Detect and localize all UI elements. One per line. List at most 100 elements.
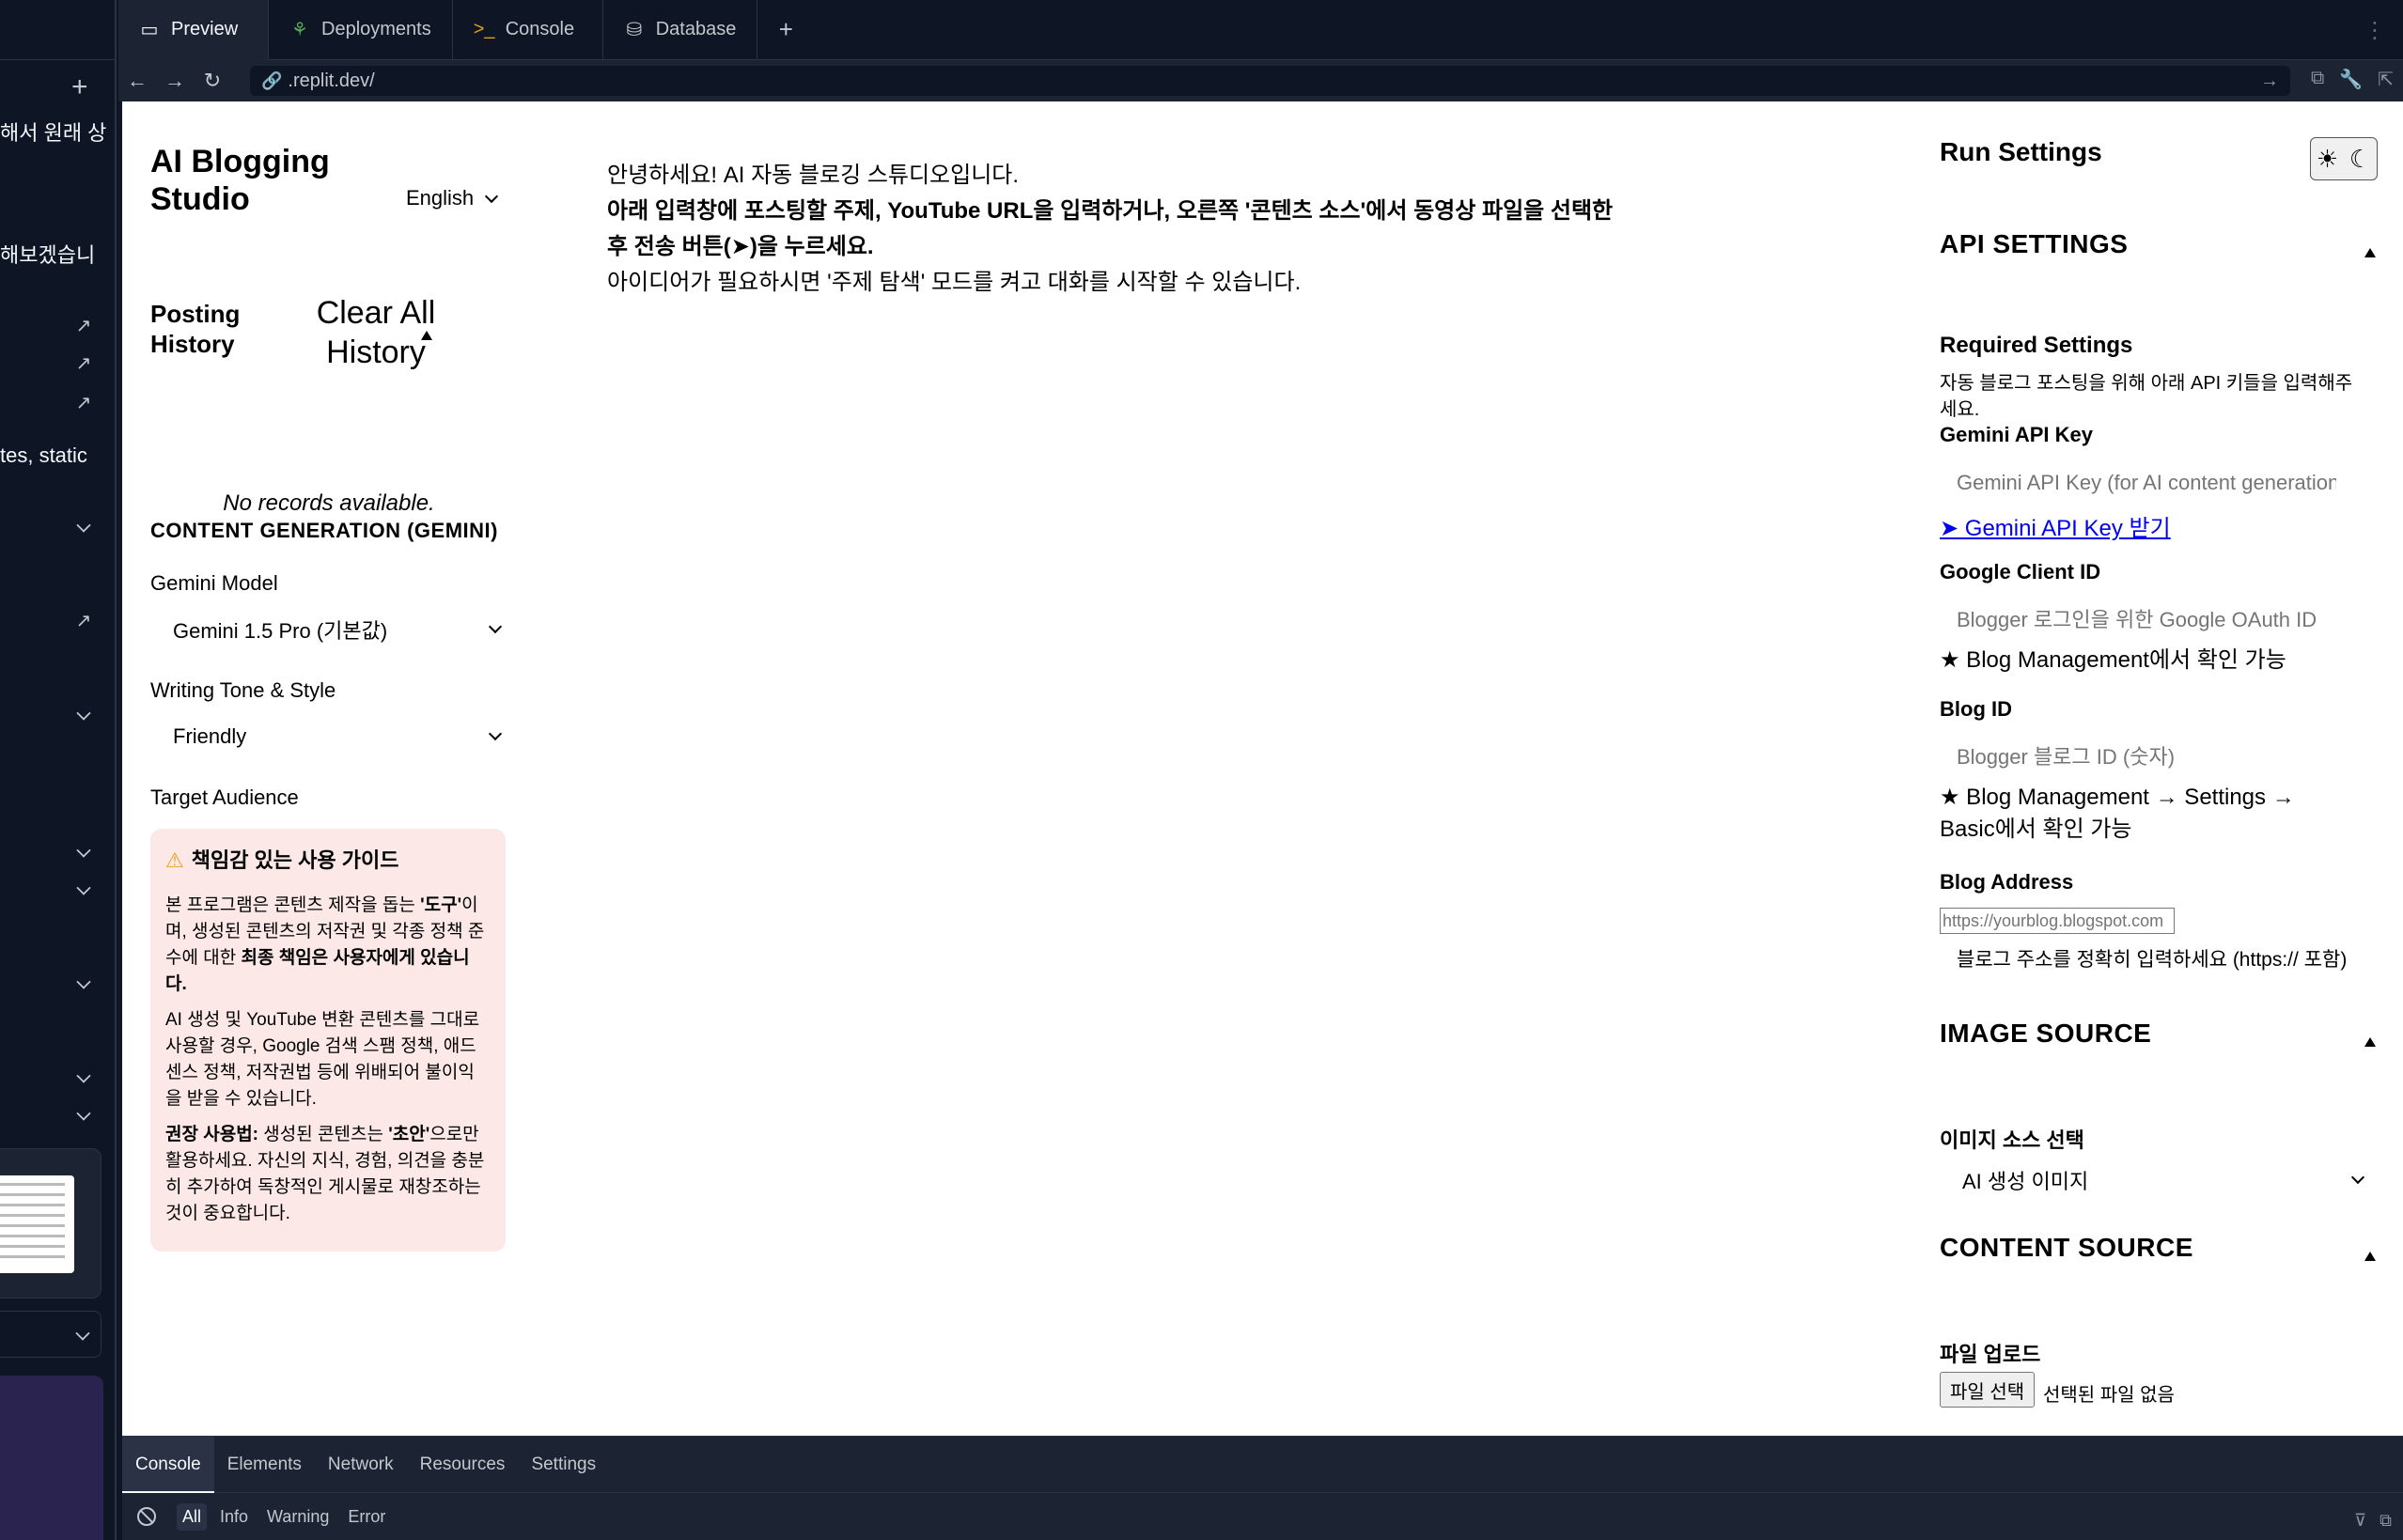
required-settings-desc: 자동 블로그 포스팅을 위해 아래 API 키들을 입력해주세요.: [1940, 373, 2353, 420]
file-upload-label: 파일 업로드: [1940, 1343, 2041, 1366]
devtools-tab-resources[interactable]: Resources: [407, 1437, 519, 1493]
gemini-model-value: Gemini 1.5 Pro (기본값): [173, 619, 388, 643]
database-icon: ⛁: [626, 20, 643, 40]
chevron-down-icon[interactable]: [76, 1106, 91, 1121]
audience-label: Target Audience: [150, 786, 299, 809]
filter-icon[interactable]: ⊽: [2354, 1511, 2366, 1531]
client-id-label: Google Client ID: [1940, 560, 2101, 583]
tab-database[interactable]: ⛁ Database: [603, 0, 758, 60]
sidebar-topbar: [0, 0, 115, 60]
devices-icon[interactable]: ⧉: [2311, 68, 2324, 91]
theme-toggle[interactable]: ☀ ☾: [2310, 137, 2378, 180]
image-source-label: 이미지 소스 선택: [1940, 1128, 2084, 1152]
gemini-model-label: Gemini Model: [150, 571, 278, 595]
devtools-tab-network[interactable]: Network: [315, 1437, 407, 1493]
chat-message-line: 아래 입력창에 포스팅할 주제, YouTube URL을 입력하거나, 오른쪽…: [607, 198, 1614, 259]
devtools-icon[interactable]: 🔧: [2339, 68, 2363, 91]
new-chat-icon[interactable]: +: [71, 71, 88, 103]
no-records-text: No records available.: [223, 490, 435, 516]
image-source-value: AI 생성 이미지: [1962, 1170, 2089, 1193]
url-input[interactable]: 🔗 .replit.dev/ →: [250, 66, 2290, 96]
required-settings-heading: Required Settings: [1940, 333, 2133, 358]
blog-id-note: ★ Blog Management → Settings → Basic에서 확…: [1940, 785, 2295, 842]
image-source-select[interactable]: AI 생성 이미지: [1940, 1159, 2376, 1201]
tone-value: Friendly: [173, 724, 247, 748]
open-file-icon[interactable]: ↗: [73, 611, 94, 631]
chevron-down-icon[interactable]: [76, 1068, 91, 1083]
blog-id-input[interactable]: [1940, 737, 2353, 778]
gemini-key-input[interactable]: [1940, 462, 2353, 504]
language-select[interactable]: English: [406, 186, 499, 210]
collapsed-section[interactable]: [0, 1311, 101, 1358]
tone-label: Writing Tone & Style: [150, 678, 336, 702]
collapse-icon[interactable]: [2364, 1037, 2376, 1047]
agent-sidebar: + 해서 원래 상 해보겠습니 ↗ ↗ ↗ tes, static ↗: [0, 0, 117, 1540]
devtools-tab-settings[interactable]: Settings: [518, 1437, 609, 1493]
chevron-down-icon[interactable]: [76, 706, 91, 721]
moon-icon[interactable]: ☾: [2349, 145, 2371, 174]
gemini-key-label: Gemini API Key: [1940, 423, 2094, 446]
open-file-icon[interactable]: ↗: [73, 353, 94, 374]
chevron-down-icon: [488, 619, 503, 634]
forward-icon[interactable]: →: [156, 69, 194, 93]
collapse-icon[interactable]: [2364, 1252, 2376, 1261]
chevron-down-icon[interactable]: [76, 843, 91, 858]
copy-icon[interactable]: ⧉: [2380, 1511, 2392, 1531]
content-generation-heading: CONTENT GENERATION (GEMINI): [150, 519, 498, 542]
terminal-icon: >_: [473, 19, 495, 39]
chevron-down-icon[interactable]: [75, 1326, 90, 1341]
client-id-input[interactable]: [1940, 599, 2353, 641]
open-new-window-icon[interactable]: ⇱: [2378, 68, 2394, 91]
chat-message-line: 안녕하세요! AI 자동 블로깅 스튜디오입니다.: [607, 163, 1020, 188]
tab-console[interactable]: >_ Console: [453, 0, 603, 60]
more-options-icon[interactable]: ⋮: [2364, 17, 2386, 44]
tab-label: Console: [505, 19, 575, 39]
chevron-down-icon[interactable]: [76, 974, 91, 989]
blog-address-label: Blog Address: [1940, 870, 2074, 894]
content-source-heading: CONTENT SOURCE: [1940, 1233, 2193, 1262]
filter-warning[interactable]: Warning: [261, 1503, 335, 1531]
collapse-icon[interactable]: [2364, 248, 2376, 257]
filter-error[interactable]: Error: [342, 1503, 391, 1531]
open-file-icon[interactable]: ↗: [73, 316, 94, 336]
gemini-key-link[interactable]: ➤ Gemini API Key 받기: [1940, 509, 2171, 542]
deploy-icon: ⚘: [291, 20, 308, 40]
chevron-down-icon[interactable]: [76, 518, 91, 533]
filter-all[interactable]: All: [177, 1502, 208, 1531]
warning-icon: ⚠: [165, 848, 184, 872]
input-panel[interactable]: [0, 1376, 103, 1540]
devtools-tab-console[interactable]: Console: [122, 1436, 214, 1493]
chevron-down-icon[interactable]: [76, 880, 91, 895]
back-icon[interactable]: ←: [118, 69, 156, 93]
link-icon: 🔗: [261, 70, 283, 90]
posting-history-title: Posting History: [150, 300, 241, 358]
filter-info[interactable]: Info: [214, 1503, 254, 1531]
guide-paragraph: 본 프로그램은 콘텐츠 제작을 돕는 '도구'이며, 생성된 콘텐츠의 저작권 …: [165, 895, 485, 994]
tone-select[interactable]: Friendly: [150, 716, 509, 757]
tab-label: Database: [655, 19, 737, 39]
blog-address-input[interactable]: [1940, 908, 2175, 934]
app-title: AI Blogging Studio: [150, 144, 330, 217]
clear-console-icon[interactable]: [137, 1507, 156, 1526]
file-choose-button[interactable]: 파일 선택: [1940, 1372, 2036, 1408]
screenshot-card[interactable]: [0, 1148, 101, 1299]
chat-area: 안녕하세요! AI 자동 블로깅 스튜디오입니다. 아래 입력창에 포스팅할 주…: [607, 158, 1735, 301]
sun-icon[interactable]: ☀: [2317, 145, 2338, 174]
file-status-text: 선택된 파일 없음: [2043, 1385, 2175, 1406]
tab-deployments[interactable]: ⚘ Deployments: [269, 0, 453, 60]
guide-title-text: 책임감 있는 사용 가이드: [191, 848, 399, 872]
tab-preview[interactable]: ▭ Preview: [118, 0, 269, 60]
add-tab-button[interactable]: +: [757, 0, 814, 60]
language-value: English: [406, 186, 475, 210]
chevron-down-icon: [2350, 1170, 2365, 1185]
gemini-model-select[interactable]: Gemini 1.5 Pro (기본값): [150, 609, 509, 650]
collapse-icon[interactable]: [421, 331, 432, 340]
chevron-down-icon: [488, 726, 503, 741]
open-file-icon[interactable]: ↗: [73, 393, 94, 413]
client-id-note: ★ Blog Management에서 확인 가능: [1940, 647, 2286, 673]
devtools-panel: Console Elements Network Resources Setti…: [122, 1436, 2403, 1540]
workspace-tabbar: ▭ Preview ⚘ Deployments >_ Console ⛁ Dat…: [118, 0, 2403, 60]
devtools-tab-elements[interactable]: Elements: [214, 1437, 315, 1493]
reload-icon[interactable]: ↻: [194, 69, 231, 93]
go-icon[interactable]: →: [2260, 70, 2279, 92]
